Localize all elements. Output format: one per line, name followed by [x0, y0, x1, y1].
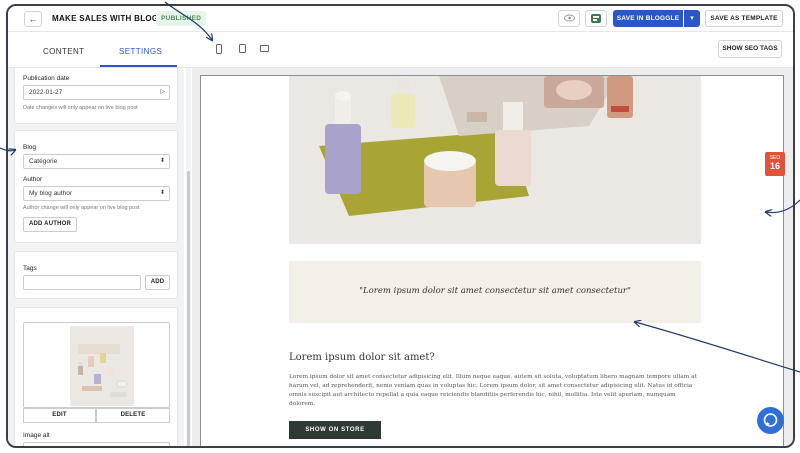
hero-image	[289, 76, 701, 244]
chat-icon	[763, 413, 778, 427]
save-in-bloggle-button[interactable]: SAVE IN BLOGGLE	[613, 10, 683, 27]
quote-text: "Lorem ipsum dolor sit amet consectetur …	[359, 286, 631, 296]
image-alt-label: Image alt	[23, 432, 50, 439]
publication-date-label: Publication date	[23, 75, 70, 82]
show-seo-tags-button[interactable]: SHOW SEO TAGS	[718, 40, 782, 58]
save-as-template-button[interactable]: SAVE AS TEMPLATE	[705, 10, 783, 27]
featured-image	[70, 326, 134, 406]
calendar-icon[interactable]: ▷	[160, 86, 165, 99]
skincare-products-image	[289, 76, 701, 244]
show-on-store-button[interactable]: SHOW ON STORE	[289, 421, 381, 439]
blog-card: Blog Catégorie ⬍ Author My blog author ⬍…	[14, 130, 178, 243]
add-author-button[interactable]: ADD AUTHOR	[23, 217, 77, 232]
publication-date-hint: Date changes will only appear on live bl…	[23, 105, 138, 111]
settings-sidebar: Publication date 2022-01-27 ▷ Date chang…	[8, 68, 184, 446]
publication-date-value: 2022-01-27	[29, 89, 63, 96]
publication-card: Publication date 2022-01-27 ▷ Date chang…	[14, 68, 178, 124]
author-label: Author	[23, 176, 43, 183]
seo-score-badge[interactable]: SEO 16	[765, 152, 785, 176]
author-select[interactable]: My blog author ⬍	[23, 186, 170, 201]
article-heading: Lorem ipsum dolor sit amet?	[289, 352, 435, 363]
delete-image-button[interactable]: DELETE	[96, 408, 170, 423]
tab-bar: CONTENT SETTINGS SHOW SEO TAGS	[8, 32, 793, 68]
image-alt-input[interactable]	[23, 442, 170, 446]
edit-image-button[interactable]: EDIT	[23, 408, 96, 423]
preview-button[interactable]	[558, 10, 580, 27]
tab-settings[interactable]: SETTINGS	[119, 47, 162, 56]
app-window: ← MAKE SALES WITH BLOG PUBLISHED SAVE IN…	[6, 4, 795, 448]
top-bar: ← MAKE SALES WITH BLOG PUBLISHED SAVE IN…	[8, 6, 793, 32]
tags-label: Tags	[23, 265, 37, 272]
page-title: MAKE SALES WITH BLOG	[52, 14, 159, 23]
tab-content[interactable]: CONTENT	[43, 47, 84, 56]
add-tag-button[interactable]: ADD	[145, 275, 170, 290]
sidebar-scrollbar-thumb[interactable]	[187, 171, 190, 446]
post-canvas: "Lorem ipsum dolor sit amet consectetur …	[200, 75, 784, 446]
article-paragraph: Lorem ipsum dolor sit amet consectetur a…	[289, 374, 697, 407]
seo-score: 16	[769, 161, 780, 171]
chevron-down-icon: ▾	[690, 15, 694, 22]
tags-card: Tags ADD	[14, 251, 178, 299]
featured-image-box	[23, 322, 170, 408]
tablet-icon[interactable]	[239, 44, 246, 53]
status-badge: PUBLISHED	[156, 11, 207, 26]
active-tab-indicator	[100, 65, 177, 67]
blog-select-value: Catégorie	[29, 158, 58, 165]
quote-block: "Lorem ipsum dolor sit amet consectetur …	[289, 261, 701, 323]
author-select-value: My blog author	[29, 190, 72, 197]
bloggle-logo-icon	[591, 14, 601, 23]
desktop-icon[interactable]	[260, 45, 269, 52]
author-hint: Author change will only appear on live b…	[23, 205, 140, 211]
image-card: EDIT DELETE Image alt	[14, 307, 178, 446]
save-dropdown-button[interactable]: ▾	[684, 10, 700, 27]
select-arrows-icon: ⬍	[159, 190, 165, 196]
publication-date-field[interactable]: 2022-01-27 ▷	[23, 85, 170, 100]
preview-area: "Lorem ipsum dolor sit amet consectetur …	[192, 68, 793, 446]
app-logo-button[interactable]	[585, 10, 607, 27]
eye-icon	[563, 14, 575, 22]
select-arrows-icon: ⬍	[159, 158, 165, 164]
chat-button[interactable]	[757, 407, 784, 434]
mobile-icon[interactable]	[216, 44, 222, 54]
product-photo-icon	[70, 326, 134, 406]
back-button[interactable]: ←	[24, 11, 42, 27]
blog-select[interactable]: Catégorie ⬍	[23, 154, 170, 169]
blog-label: Blog	[23, 144, 37, 151]
back-arrow-icon: ←	[28, 14, 38, 24]
tags-input[interactable]	[23, 275, 141, 290]
